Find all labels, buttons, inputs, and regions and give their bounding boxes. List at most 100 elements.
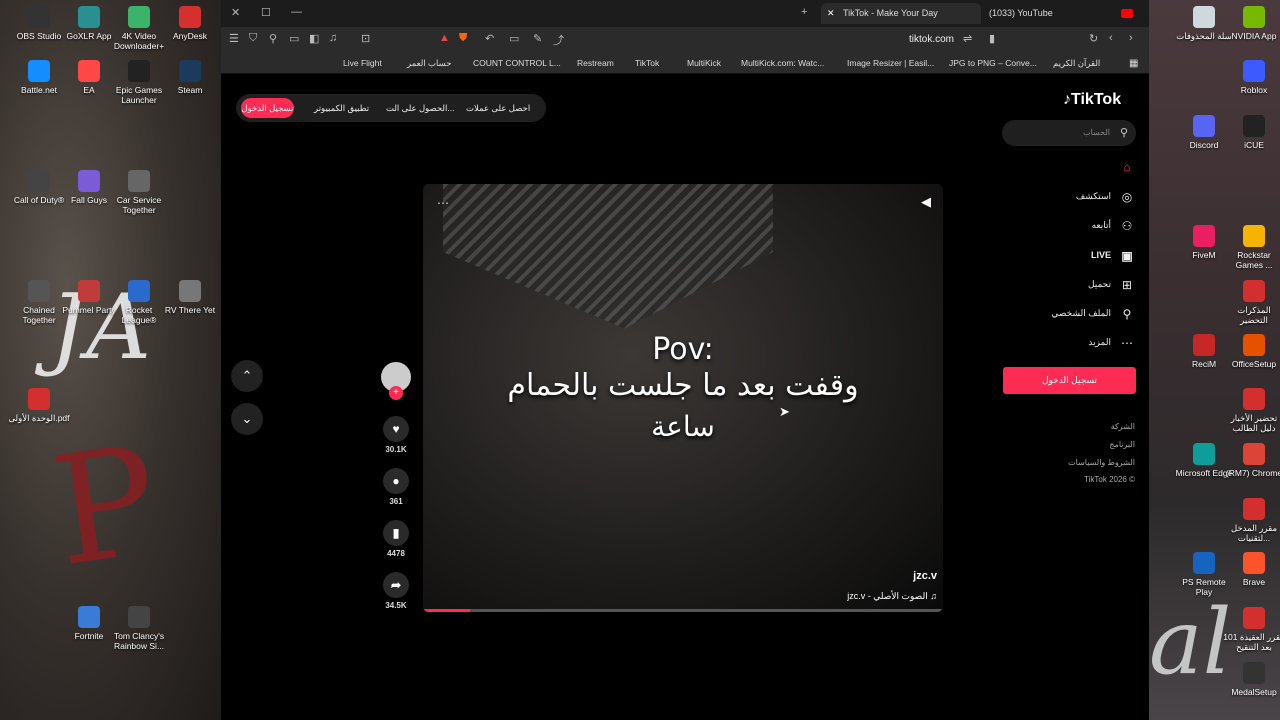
tab-search-icon[interactable]: ▭	[289, 32, 299, 45]
bookmark-item[interactable]: MultiKick.com: Watc...	[741, 58, 824, 68]
site-settings-icon[interactable]: ⇌	[963, 32, 972, 45]
back-icon[interactable]: ‹	[1109, 32, 1113, 44]
video-more-icon[interactable]: ⋯	[437, 196, 449, 210]
get-coins-link[interactable]: احصل على عملات	[466, 103, 530, 114]
video-username[interactable]: jzc.v	[913, 570, 937, 582]
bookmark-item[interactable]: حساب العمر	[407, 58, 451, 69]
share-icon[interactable]: ⤴	[553, 32, 564, 48]
nav-upload[interactable]: تحميل ⊞	[1088, 278, 1135, 292]
video-music[interactable]: jzc.v - الصوت الأصلي ♫	[847, 591, 937, 602]
right-desktop-icon[interactable]: مقرر العقيدة 101 بعد التنقيح	[1223, 607, 1280, 652]
like-button[interactable]: ♥ 30.1K	[381, 416, 411, 454]
left-desktop-icon[interactable]: Steam	[159, 60, 221, 95]
save-button[interactable]: ▮ 4478	[381, 520, 411, 558]
top-login-button[interactable]: تسجيل الدخول	[241, 98, 294, 118]
reload-icon[interactable]: ↻	[1089, 32, 1098, 45]
left-desktop-icon[interactable]: RV There Yet	[159, 280, 221, 315]
app-icon	[78, 170, 100, 192]
right-desktop-icon[interactable]: مقرر المدخل لتقنيات...	[1223, 498, 1280, 543]
footer-company-link[interactable]: الشركة	[1111, 422, 1135, 431]
app-icon	[1243, 552, 1265, 574]
tab-youtube[interactable]: (1033) YouTube	[989, 3, 1139, 24]
right-desktop-icon[interactable]: (RM7) Chrome	[1223, 443, 1280, 478]
right-desktop-icon[interactable]: Brave	[1223, 552, 1280, 587]
screenshot-icon[interactable]: ⊡	[361, 32, 370, 45]
bookmark-item[interactable]: MultiKick	[687, 58, 721, 68]
app-icon	[1243, 6, 1265, 28]
app-icon	[1243, 498, 1265, 520]
creator-avatar[interactable]: +	[381, 362, 411, 400]
video-player[interactable]: ⋯ ◀︎ Pov: وقفت بعد ما جلست بالحمام ساعة …	[423, 184, 943, 612]
nav-profile[interactable]: الملف الشخصي ⚲	[1051, 307, 1135, 321]
nav-more[interactable]: المزيد ⋯	[1088, 336, 1135, 350]
nav-following[interactable]: أتابعه ⚇	[1092, 219, 1135, 233]
right-desktop-icon[interactable]: تحضير الأخبار دليل الطالب	[1223, 388, 1280, 433]
tab-title: TikTok - Make Your Day	[843, 8, 938, 18]
left-desktop-icon[interactable]: الوحدة الأولى.pdf	[8, 388, 70, 423]
footer-terms-link[interactable]: الشروط والسياسات	[1068, 458, 1135, 467]
right-desktop-icon[interactable]: MedalSetup	[1223, 662, 1280, 697]
app-icon	[1193, 443, 1215, 465]
video-progress-bar[interactable]	[423, 609, 943, 612]
brave-shield-icon[interactable]: ⛊	[459, 32, 467, 45]
desktop-icon-label: Steam	[177, 85, 203, 95]
right-desktop-icon[interactable]: NVIDIA App	[1223, 6, 1280, 41]
address-bar[interactable]: tiktok.com	[909, 34, 954, 45]
minimize-icon[interactable]: —	[291, 6, 302, 18]
chevron-down-icon: ⌄	[241, 411, 253, 426]
music-note-icon: ♫	[930, 591, 937, 601]
footer-program-link[interactable]: البرنامج	[1109, 440, 1135, 449]
sidebar-icon[interactable]: ◧	[309, 32, 319, 45]
nav-live[interactable]: LIVE ▣	[1091, 249, 1135, 263]
alert-icon[interactable]: ▲	[439, 32, 450, 44]
sidebar-login-button[interactable]: تسجيل الدخول	[1003, 367, 1136, 394]
translate-icon[interactable]: ✎	[533, 32, 542, 45]
right-desktop-icon[interactable]: المذكرات التحضير	[1223, 280, 1280, 325]
share-button[interactable]: ➦ 34.5K	[381, 572, 411, 610]
forward-icon[interactable]: ›	[1129, 32, 1133, 44]
extensions-icon[interactable]: ⚲	[269, 32, 277, 45]
new-tab-icon[interactable]: +	[801, 6, 807, 18]
right-desktop-icon[interactable]: iCUE	[1223, 115, 1280, 150]
shield-icon[interactable]: ⛉	[249, 32, 257, 45]
left-desktop-icon[interactable]: AnyDesk	[159, 6, 221, 41]
nav-explore[interactable]: استكشف ◎	[1076, 190, 1135, 204]
search-input[interactable]: الحساب ⚲	[1002, 120, 1136, 146]
volume-icon[interactable]: ◀︎	[921, 194, 931, 210]
right-desktop-icon[interactable]: Rockstar Games ...	[1223, 225, 1280, 270]
bookmark-item[interactable]: TikTok	[635, 58, 659, 68]
bookmark-item[interactable]: COUNT CONTROL L...	[473, 58, 561, 68]
reader-icon[interactable]: ▭	[509, 32, 519, 45]
undo-icon[interactable]: ↶	[485, 32, 494, 45]
nav-home[interactable]: ⌂	[1111, 160, 1135, 174]
bookmark-item[interactable]: JPG to PNG – Conve...	[949, 58, 1037, 68]
app-icon	[1193, 115, 1215, 137]
right-desktop-icon[interactable]: OfficeSetup	[1223, 334, 1280, 369]
tiktok-logo[interactable]: ♪TikTok	[1063, 91, 1121, 109]
app-icon	[1243, 388, 1265, 410]
bookmark-item[interactable]: Image Resizer | Easil...	[847, 58, 934, 68]
next-video-button[interactable]: ⌄	[231, 403, 263, 435]
bookmark-icon[interactable]: ▮	[989, 32, 995, 45]
maximize-icon[interactable]: ☐	[261, 6, 271, 19]
comment-button[interactable]: ● 361	[381, 468, 411, 506]
upload-icon: ⊞	[1121, 278, 1133, 292]
music-icon[interactable]: ♫	[329, 32, 337, 44]
bookmark-item[interactable]: القرآن الكريم	[1053, 58, 1100, 69]
bookmark-icon: ▮	[383, 520, 409, 546]
previous-video-button[interactable]: ⌃	[231, 360, 263, 392]
close-window-icon[interactable]: ✕	[231, 6, 240, 19]
get-desktop-app-link[interactable]: تطبيق الكمبيوتر	[314, 103, 369, 114]
youtube-icon	[1121, 9, 1133, 18]
apps-grid-icon[interactable]: ▦	[1129, 58, 1138, 69]
bookmark-item[interactable]: Live Flight	[343, 58, 382, 68]
left-desktop-icon[interactable]: Tom Clancy's Rainbow Si...	[108, 606, 170, 651]
menu-icon[interactable]: ☰	[229, 32, 239, 45]
left-desktop-icon[interactable]: Car Service Together	[108, 170, 170, 215]
bookmark-item[interactable]: Restream	[577, 58, 614, 68]
tab-close-icon[interactable]: ✕	[827, 3, 835, 24]
right-desktop-icon[interactable]: Roblox	[1223, 60, 1280, 95]
follow-plus-icon[interactable]: +	[389, 386, 403, 400]
get-app-link[interactable]: الحصول على الت...	[386, 103, 454, 114]
tab-tiktok[interactable]: ✕ TikTok - Make Your Day	[821, 3, 981, 24]
